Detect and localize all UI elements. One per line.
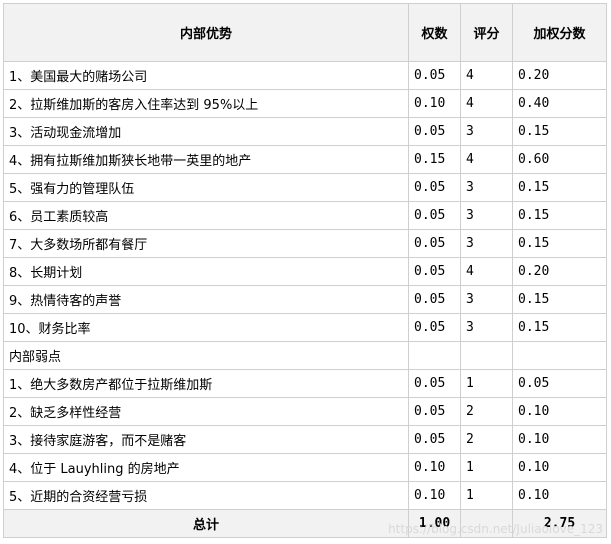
weight-cell: 0.05 bbox=[408, 369, 461, 398]
rating-cell: 3 bbox=[460, 117, 513, 146]
empty-cell bbox=[460, 341, 513, 370]
weighted-cell: 0.10 bbox=[512, 481, 607, 510]
watermark: https://blog.csdn.net/Juliaolove_123 bbox=[388, 522, 603, 536]
factor-cell: 4、拥有拉斯维加斯狭长地带一英里的地产 bbox=[3, 145, 409, 174]
table-row: 5、强有力的管理队伍 0.05 3 0.15 bbox=[3, 173, 607, 202]
factor-cell: 5、强有力的管理队伍 bbox=[3, 173, 409, 202]
rating-cell: 1 bbox=[460, 453, 513, 482]
factor-cell: 8、长期计划 bbox=[3, 257, 409, 286]
weight-cell: 0.05 bbox=[408, 173, 461, 202]
factor-cell: 2、缺乏多样性经营 bbox=[3, 397, 409, 426]
weighted-cell: 0.20 bbox=[512, 61, 607, 90]
table-row: 3、接待家庭游客，而不是赌客 0.05 2 0.10 bbox=[3, 425, 607, 454]
table-row: 10、财务比率 0.05 3 0.15 bbox=[3, 313, 607, 342]
empty-cell bbox=[512, 341, 607, 370]
rating-cell: 2 bbox=[460, 425, 513, 454]
header-weight: 权数 bbox=[408, 3, 461, 62]
weight-cell: 0.05 bbox=[408, 201, 461, 230]
weighted-cell: 0.15 bbox=[512, 313, 607, 342]
factor-cell: 5、近期的合资经营亏损 bbox=[3, 481, 409, 510]
weight-cell: 0.05 bbox=[408, 313, 461, 342]
rating-cell: 3 bbox=[460, 201, 513, 230]
empty-cell bbox=[408, 341, 461, 370]
section-heading-row: 内部弱点 bbox=[3, 341, 607, 370]
weight-cell: 0.05 bbox=[408, 257, 461, 286]
weight-cell: 0.05 bbox=[408, 229, 461, 258]
weighted-cell: 0.15 bbox=[512, 285, 607, 314]
rating-cell: 3 bbox=[460, 229, 513, 258]
table-row: 2、拉斯维加斯的客房入住率达到 95%以上 0.10 4 0.40 bbox=[3, 89, 607, 118]
rating-cell: 4 bbox=[460, 145, 513, 174]
rating-cell: 3 bbox=[460, 285, 513, 314]
factor-cell: 4、位于 Lauyhling 的房地产 bbox=[3, 453, 409, 482]
weighted-cell: 0.10 bbox=[512, 425, 607, 454]
weighted-cell: 0.10 bbox=[512, 453, 607, 482]
factor-cell: 6、员工素质较高 bbox=[3, 201, 409, 230]
table-row: 5、近期的合资经营亏损 0.10 1 0.10 bbox=[3, 481, 607, 510]
factor-cell: 7、大多数场所都有餐厅 bbox=[3, 229, 409, 258]
table-row: 3、活动现金流增加 0.05 3 0.15 bbox=[3, 117, 607, 146]
rating-cell: 4 bbox=[460, 257, 513, 286]
weighted-cell: 0.20 bbox=[512, 257, 607, 286]
ife-matrix-table: 内部优势 权数 评分 加权分数 1、美国最大的赌场公司 0.05 4 0.20 … bbox=[3, 3, 607, 538]
header-row: 内部优势 权数 评分 加权分数 bbox=[3, 3, 607, 62]
table-row: 7、大多数场所都有餐厅 0.05 3 0.15 bbox=[3, 229, 607, 258]
weighted-cell: 0.05 bbox=[512, 369, 607, 398]
factor-cell: 10、财务比率 bbox=[3, 313, 409, 342]
table-row: 6、员工素质较高 0.05 3 0.15 bbox=[3, 201, 607, 230]
rating-cell: 1 bbox=[460, 481, 513, 510]
weighted-cell: 0.15 bbox=[512, 201, 607, 230]
header-weighted-score: 加权分数 bbox=[512, 3, 607, 62]
weight-cell: 0.15 bbox=[408, 145, 461, 174]
rating-cell: 4 bbox=[460, 89, 513, 118]
header-factor: 内部优势 bbox=[3, 3, 409, 62]
weighted-cell: 0.15 bbox=[512, 229, 607, 258]
factor-cell: 3、接待家庭游客，而不是赌客 bbox=[3, 425, 409, 454]
factor-cell: 1、美国最大的赌场公司 bbox=[3, 61, 409, 90]
factor-cell: 1、绝大多数房产都位于拉斯维加斯 bbox=[3, 369, 409, 398]
table-row: 9、热情待客的声誉 0.05 3 0.15 bbox=[3, 285, 607, 314]
table-row: 4、位于 Lauyhling 的房地产 0.10 1 0.10 bbox=[3, 453, 607, 482]
table-row: 8、长期计划 0.05 4 0.20 bbox=[3, 257, 607, 286]
weight-cell: 0.10 bbox=[408, 89, 461, 118]
rating-cell: 1 bbox=[460, 369, 513, 398]
weighted-cell: 0.10 bbox=[512, 397, 607, 426]
rating-cell: 2 bbox=[460, 397, 513, 426]
factor-cell: 3、活动现金流增加 bbox=[3, 117, 409, 146]
total-label: 总计 bbox=[3, 509, 409, 538]
table-row: 1、绝大多数房产都位于拉斯维加斯 0.05 1 0.05 bbox=[3, 369, 607, 398]
table-row: 4、拥有拉斯维加斯狭长地带一英里的地产 0.15 4 0.60 bbox=[3, 145, 607, 174]
factor-cell: 9、热情待客的声誉 bbox=[3, 285, 409, 314]
weighted-cell: 0.15 bbox=[512, 117, 607, 146]
weight-cell: 0.05 bbox=[408, 61, 461, 90]
weight-cell: 0.10 bbox=[408, 453, 461, 482]
weakness-heading: 内部弱点 bbox=[3, 341, 409, 370]
table-row: 2、缺乏多样性经营 0.05 2 0.10 bbox=[3, 397, 607, 426]
header-rating: 评分 bbox=[460, 3, 513, 62]
weight-cell: 0.05 bbox=[408, 425, 461, 454]
weighted-cell: 0.15 bbox=[512, 173, 607, 202]
rating-cell: 3 bbox=[460, 313, 513, 342]
weight-cell: 0.10 bbox=[408, 481, 461, 510]
weighted-cell: 0.60 bbox=[512, 145, 607, 174]
weight-cell: 0.05 bbox=[408, 117, 461, 146]
weight-cell: 0.05 bbox=[408, 397, 461, 426]
rating-cell: 4 bbox=[460, 61, 513, 90]
table-row: 1、美国最大的赌场公司 0.05 4 0.20 bbox=[3, 61, 607, 90]
rating-cell: 3 bbox=[460, 173, 513, 202]
factor-cell: 2、拉斯维加斯的客房入住率达到 95%以上 bbox=[3, 89, 409, 118]
weighted-cell: 0.40 bbox=[512, 89, 607, 118]
weight-cell: 0.05 bbox=[408, 285, 461, 314]
